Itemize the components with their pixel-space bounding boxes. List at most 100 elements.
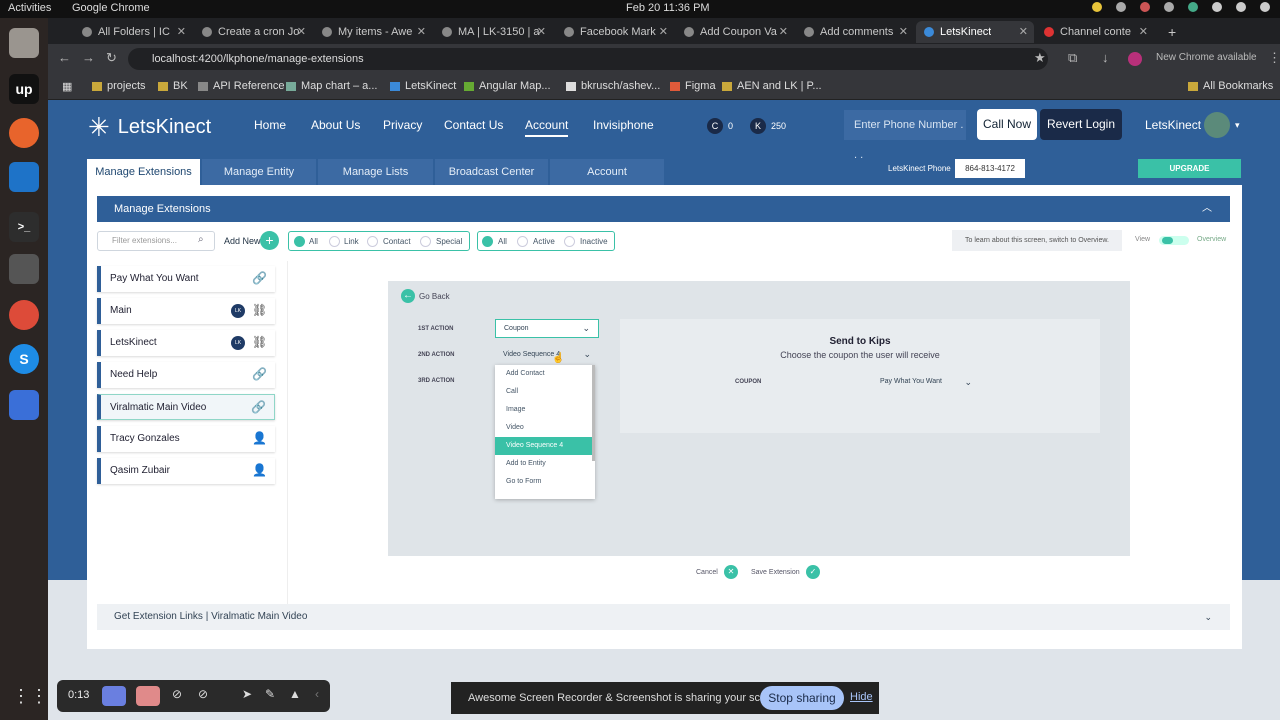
bookmark-item[interactable]: BK (158, 80, 188, 92)
radio-active[interactable] (517, 236, 528, 247)
browser-tab[interactable]: Channel conte ✕ (1036, 21, 1154, 43)
apps-grid-icon[interactable]: ▦ (62, 80, 72, 93)
dropdown-option[interactable]: Add to Entity (495, 455, 593, 473)
text-editor-icon[interactable] (9, 390, 39, 420)
radio-contact[interactable] (367, 236, 378, 247)
pause-button[interactable] (102, 686, 126, 706)
camera-off-icon[interactable]: ⊘ (172, 687, 182, 701)
nav-about-us[interactable]: About Us (311, 118, 360, 132)
vscode-icon[interactable] (9, 162, 39, 192)
activities-button[interactable]: Activities (8, 2, 51, 14)
pen-icon[interactable]: ✎ (265, 687, 275, 701)
eraser-icon[interactable]: ▲ (289, 687, 301, 701)
forward-icon[interactable]: → (82, 50, 95, 65)
mic-off-icon[interactable]: ⊘ (198, 687, 208, 701)
tray-icon[interactable] (1116, 2, 1126, 12)
bookmark-item[interactable]: API Reference (198, 80, 285, 92)
browser-tab[interactable]: All Folders | IC ✕ (74, 21, 192, 43)
chevron-up-icon[interactable]: ︿ (1202, 196, 1212, 222)
chrome-icon[interactable] (9, 300, 39, 330)
nav-privacy[interactable]: Privacy (383, 118, 422, 132)
all-bookmarks[interactable]: All Bookmarks (1188, 80, 1273, 92)
url-input[interactable]: localhost:4200/lkphone/manage-extensions (128, 48, 1048, 70)
browser-tab[interactable]: Create a cron Jo ✕ (194, 21, 312, 43)
terminal-icon[interactable]: >_ (9, 212, 39, 242)
close-icon[interactable]: ✕ (659, 25, 668, 38)
profile-avatar[interactable] (1128, 52, 1142, 66)
download-icon[interactable]: ↓ (1102, 50, 1109, 65)
collapse-icon[interactable]: ‹ (315, 687, 319, 701)
go-back-link[interactable]: Go Back (419, 292, 450, 301)
bookmark-item[interactable]: Angular Map... (464, 80, 551, 92)
pointer-icon[interactable]: ➤ (242, 687, 252, 701)
bookmark-item[interactable]: projects (92, 80, 146, 92)
nav-home[interactable]: Home (254, 118, 286, 132)
chevron-down-icon[interactable]: ⌄ (1204, 604, 1212, 630)
hide-link[interactable]: Hide (850, 691, 873, 703)
extension-item[interactable]: Qasim Zubair 👤 (97, 458, 275, 484)
dropdown-option[interactable]: Go to Form (495, 473, 593, 491)
menu-icon[interactable]: ⋮ (1268, 50, 1280, 66)
browser-tab[interactable]: MA | LK-3150 | a ✕ (434, 21, 552, 43)
files-icon[interactable] (9, 28, 39, 58)
radio-inactive[interactable] (564, 236, 575, 247)
browser-tab[interactable]: Add comments ✕ (796, 21, 914, 43)
extension-item[interactable]: Pay What You Want 🔗 (97, 266, 275, 292)
upgrade-button[interactable]: UPGRADE (1138, 159, 1241, 178)
phone-number-input[interactable]: Enter Phone Number . . . (844, 110, 966, 161)
extension-item-selected[interactable]: Viralmatic Main Video 🔗 (97, 394, 275, 420)
back-icon[interactable]: ← (58, 50, 71, 65)
extension-item[interactable]: Need Help 🔗 (97, 362, 275, 388)
close-icon[interactable]: ✕ (1139, 25, 1148, 38)
app-menu[interactable]: Google Chrome (72, 2, 150, 14)
bookmark-item[interactable]: LetsKinect (390, 80, 456, 92)
tab-broadcast-center[interactable]: Broadcast Center (435, 159, 548, 185)
extension-links-section[interactable]: Get Extension Links | Viralmatic Main Vi… (97, 604, 1230, 630)
close-icon[interactable]: ✕ (1019, 25, 1028, 38)
stop-sharing-button[interactable]: Stop sharing (760, 686, 844, 710)
user-name[interactable]: LetsKinect (1145, 118, 1201, 132)
nav-contact-us[interactable]: Contact Us (444, 118, 503, 132)
action2-select[interactable]: Video Sequence 4 ⌄ (495, 345, 599, 364)
extension-item[interactable]: Tracy Gonzales 👤 (97, 426, 275, 452)
gimp-icon[interactable] (9, 254, 39, 284)
bookmark-item[interactable]: bkrusch/ashev... (566, 80, 660, 92)
close-icon[interactable]: ✕ (417, 25, 426, 38)
nav-account[interactable]: Account (525, 118, 569, 137)
clock[interactable]: Feb 20 11:36 PM (626, 2, 710, 14)
save-check-icon[interactable]: ✓ (806, 565, 820, 579)
tray-icon[interactable] (1140, 2, 1150, 12)
upwork-icon[interactable]: up (9, 74, 39, 104)
wifi-icon[interactable] (1212, 2, 1222, 12)
system-tray[interactable] (1092, 2, 1270, 12)
dropdown-scrollbar[interactable] (592, 365, 595, 461)
close-icon[interactable]: ✕ (537, 25, 546, 38)
cancel-label[interactable]: Cancel (696, 569, 718, 576)
coupon-select[interactable]: Pay What You Want ⌄ (872, 373, 978, 391)
chevron-down-icon[interactable]: ▾ (1235, 120, 1240, 131)
postman-icon[interactable] (9, 118, 39, 148)
bookmark-item[interactable]: Figma (670, 80, 716, 92)
dropdown-option[interactable]: Add Contact (495, 365, 593, 383)
extension-item[interactable]: LetsKinect LK ⛓ (97, 330, 275, 356)
cancel-icon[interactable]: ✕ (724, 565, 738, 579)
view-toggle[interactable] (1159, 236, 1189, 245)
dropdown-option[interactable]: Image (495, 401, 593, 419)
bookmark-item[interactable]: AEN and LK | P... (722, 80, 822, 92)
browser-tab[interactable]: Facebook Mark ✕ (556, 21, 674, 43)
battery-icon[interactable] (1260, 2, 1270, 12)
close-icon[interactable]: ✕ (779, 25, 788, 38)
browser-tab-active[interactable]: LetsKinect ✕ (916, 21, 1034, 43)
dropdown-option[interactable]: Call (495, 383, 593, 401)
tab-manage-entity[interactable]: Manage Entity (202, 159, 316, 185)
tray-icon[interactable] (1188, 2, 1198, 12)
close-icon[interactable]: ✕ (177, 25, 186, 38)
add-new-label[interactable]: Add New (224, 236, 261, 246)
volume-icon[interactable] (1236, 2, 1246, 12)
new-tab-button[interactable]: + (1160, 21, 1180, 43)
tab-manage-lists[interactable]: Manage Lists (318, 159, 433, 185)
tab-account[interactable]: Account (550, 159, 664, 185)
skype-icon[interactable]: S (9, 344, 39, 374)
close-icon[interactable]: ✕ (297, 25, 306, 38)
dropdown-option[interactable]: Video (495, 419, 593, 437)
